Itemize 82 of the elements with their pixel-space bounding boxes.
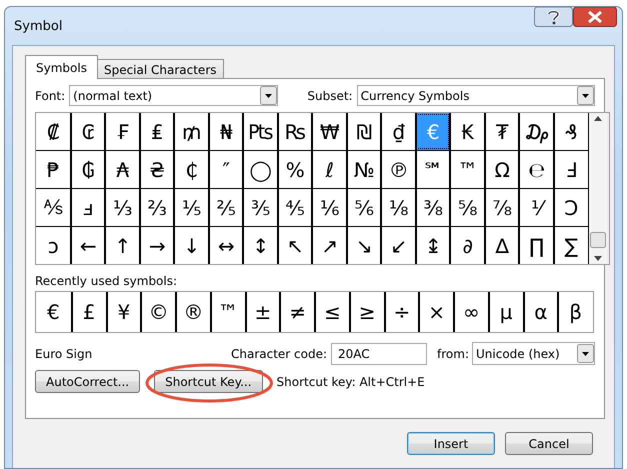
symbol-cell[interactable]: ₵: [173, 151, 208, 188]
symbol-cell[interactable]: %: [276, 151, 312, 188]
symbol-cell[interactable]: ⅓: [104, 189, 140, 226]
symbol-cell[interactable]: →: [138, 227, 174, 264]
symbol-cell[interactable]: ″: [208, 151, 243, 188]
symbol-cell[interactable]: ₡: [36, 113, 70, 150]
symbol-cell[interactable]: ↘: [346, 227, 381, 264]
symbol-cell[interactable]: ⅗: [242, 189, 278, 226]
symbol-cell[interactable]: ℮: [518, 151, 554, 188]
character-name: Euro Sign: [35, 346, 94, 360]
symbol-cell[interactable]: ₭: [449, 113, 484, 150]
symbol-cell[interactable]: ↓: [173, 227, 208, 264]
symbol-cell[interactable]: ℠: [414, 151, 450, 188]
symbol-cell[interactable]: ₳: [104, 151, 140, 188]
symbol-cell[interactable]: ⅛: [380, 189, 416, 226]
symbol-cell[interactable]: ⅞: [484, 189, 519, 226]
symbol-cell[interactable]: ₥: [173, 113, 208, 150]
symbol-cell[interactable]: ⅎ: [70, 189, 105, 226]
symbol-cell[interactable]: ↨: [414, 227, 450, 264]
field-label: Subset:: [307, 88, 353, 102]
symbol-cell[interactable]: ∏: [518, 227, 554, 264]
symbol-cell[interactable]: ⅙: [311, 189, 346, 226]
autocorrect-button[interactable]: AutoCorrect...: [35, 370, 140, 393]
window-title: Symbol: [14, 18, 64, 34]
symbol-cell[interactable]: ⅖: [208, 189, 243, 226]
symbol-cell[interactable]: ₯: [518, 113, 554, 150]
shortcut-key-button[interactable]: Shortcut Key...: [154, 370, 263, 393]
character-code-field[interactable]: 20AC: [331, 342, 428, 364]
symbol-cell[interactable]: ₦: [208, 113, 243, 150]
symbol-cell[interactable]: ₨: [276, 113, 312, 150]
section-label: Recently used symbols:: [35, 274, 178, 288]
symbol-cell[interactable]: ↔: [208, 227, 243, 264]
symbol-cell[interactable]: ⅘: [276, 189, 312, 226]
symbol-cell[interactable]: ↗: [311, 227, 346, 264]
symbol-cell[interactable]: ₩: [311, 113, 346, 150]
symbol-cell[interactable]: Ↄ: [552, 189, 588, 226]
tab[interactable]: Symbols: [25, 55, 98, 79]
symbol-cell[interactable]: ₲: [70, 151, 105, 188]
symbol-cell[interactable]: ⅕: [173, 189, 208, 226]
symbol-cell[interactable]: ∂: [449, 227, 484, 264]
insert-button[interactable]: Insert: [407, 432, 495, 455]
symbol-cell[interactable]: ⅚: [346, 189, 381, 226]
symbol-cell[interactable]: ⅍: [36, 189, 70, 226]
symbol-cell[interactable]: ↕: [242, 227, 278, 264]
field-label: Font:: [35, 88, 66, 102]
symbol-cell[interactable]: ↙: [380, 227, 416, 264]
symbol-cell[interactable]: ↖: [276, 227, 312, 264]
symbol-cell[interactable]: ∑: [552, 227, 588, 264]
symbol-cell[interactable]: ∆: [484, 227, 519, 264]
symbol-cell[interactable]: ₤: [138, 113, 174, 150]
shortcut-text: Shortcut key: Alt+Ctrl+E: [276, 374, 425, 388]
subset-dropdown[interactable]: Currency Symbols: [356, 85, 595, 106]
field-label: from:: [437, 346, 469, 360]
symbol-cell[interactable]: ₱: [36, 151, 70, 188]
from-dropdown[interactable]: Unicode (hex): [472, 342, 595, 365]
field-label: Character code:: [230, 346, 328, 360]
symbol-cell[interactable]: ↄ: [36, 227, 70, 264]
symbol-cell[interactable]: ℓ: [311, 151, 346, 188]
symbol-cell[interactable]: ₮: [484, 113, 519, 150]
symbol-cell[interactable]: ₴: [138, 151, 174, 188]
symbol-cell[interactable]: Ⅎ: [552, 151, 588, 188]
symbol-cell[interactable]: ₣: [104, 113, 140, 150]
symbol-cell[interactable]: ⅔: [138, 189, 174, 226]
symbol-cell[interactable]: ◯: [242, 151, 278, 188]
symbol-cell[interactable]: ℗: [380, 151, 416, 188]
symbol-cell[interactable]: ↑: [104, 227, 140, 264]
symbol-cell[interactable]: №: [346, 151, 381, 188]
symbol-cell[interactable]: ←: [70, 227, 105, 264]
recent-symbol[interactable]: €: [36, 292, 71, 332]
symbol-cell[interactable]: ₪: [346, 113, 381, 150]
cancel-button[interactable]: Cancel: [505, 432, 593, 455]
symbol-cell[interactable]: ₢: [70, 113, 105, 150]
symbol-cell[interactable]: ₧: [242, 113, 278, 150]
symbol-cell[interactable]: ⅜: [414, 189, 450, 226]
symbol-cell[interactable]: Ω: [484, 151, 519, 188]
symbol-cell[interactable]: ₫: [380, 113, 416, 150]
symbol-cell[interactable]: ₰: [552, 113, 588, 150]
symbol-cell[interactable]: ⅟: [518, 189, 554, 226]
tab[interactable]: Special Characters: [96, 59, 224, 78]
symbol-cell[interactable]: ⅝: [449, 189, 484, 226]
font-dropdown[interactable]: (normal text): [69, 85, 278, 106]
symbol-cell[interactable]: ™: [449, 151, 484, 188]
